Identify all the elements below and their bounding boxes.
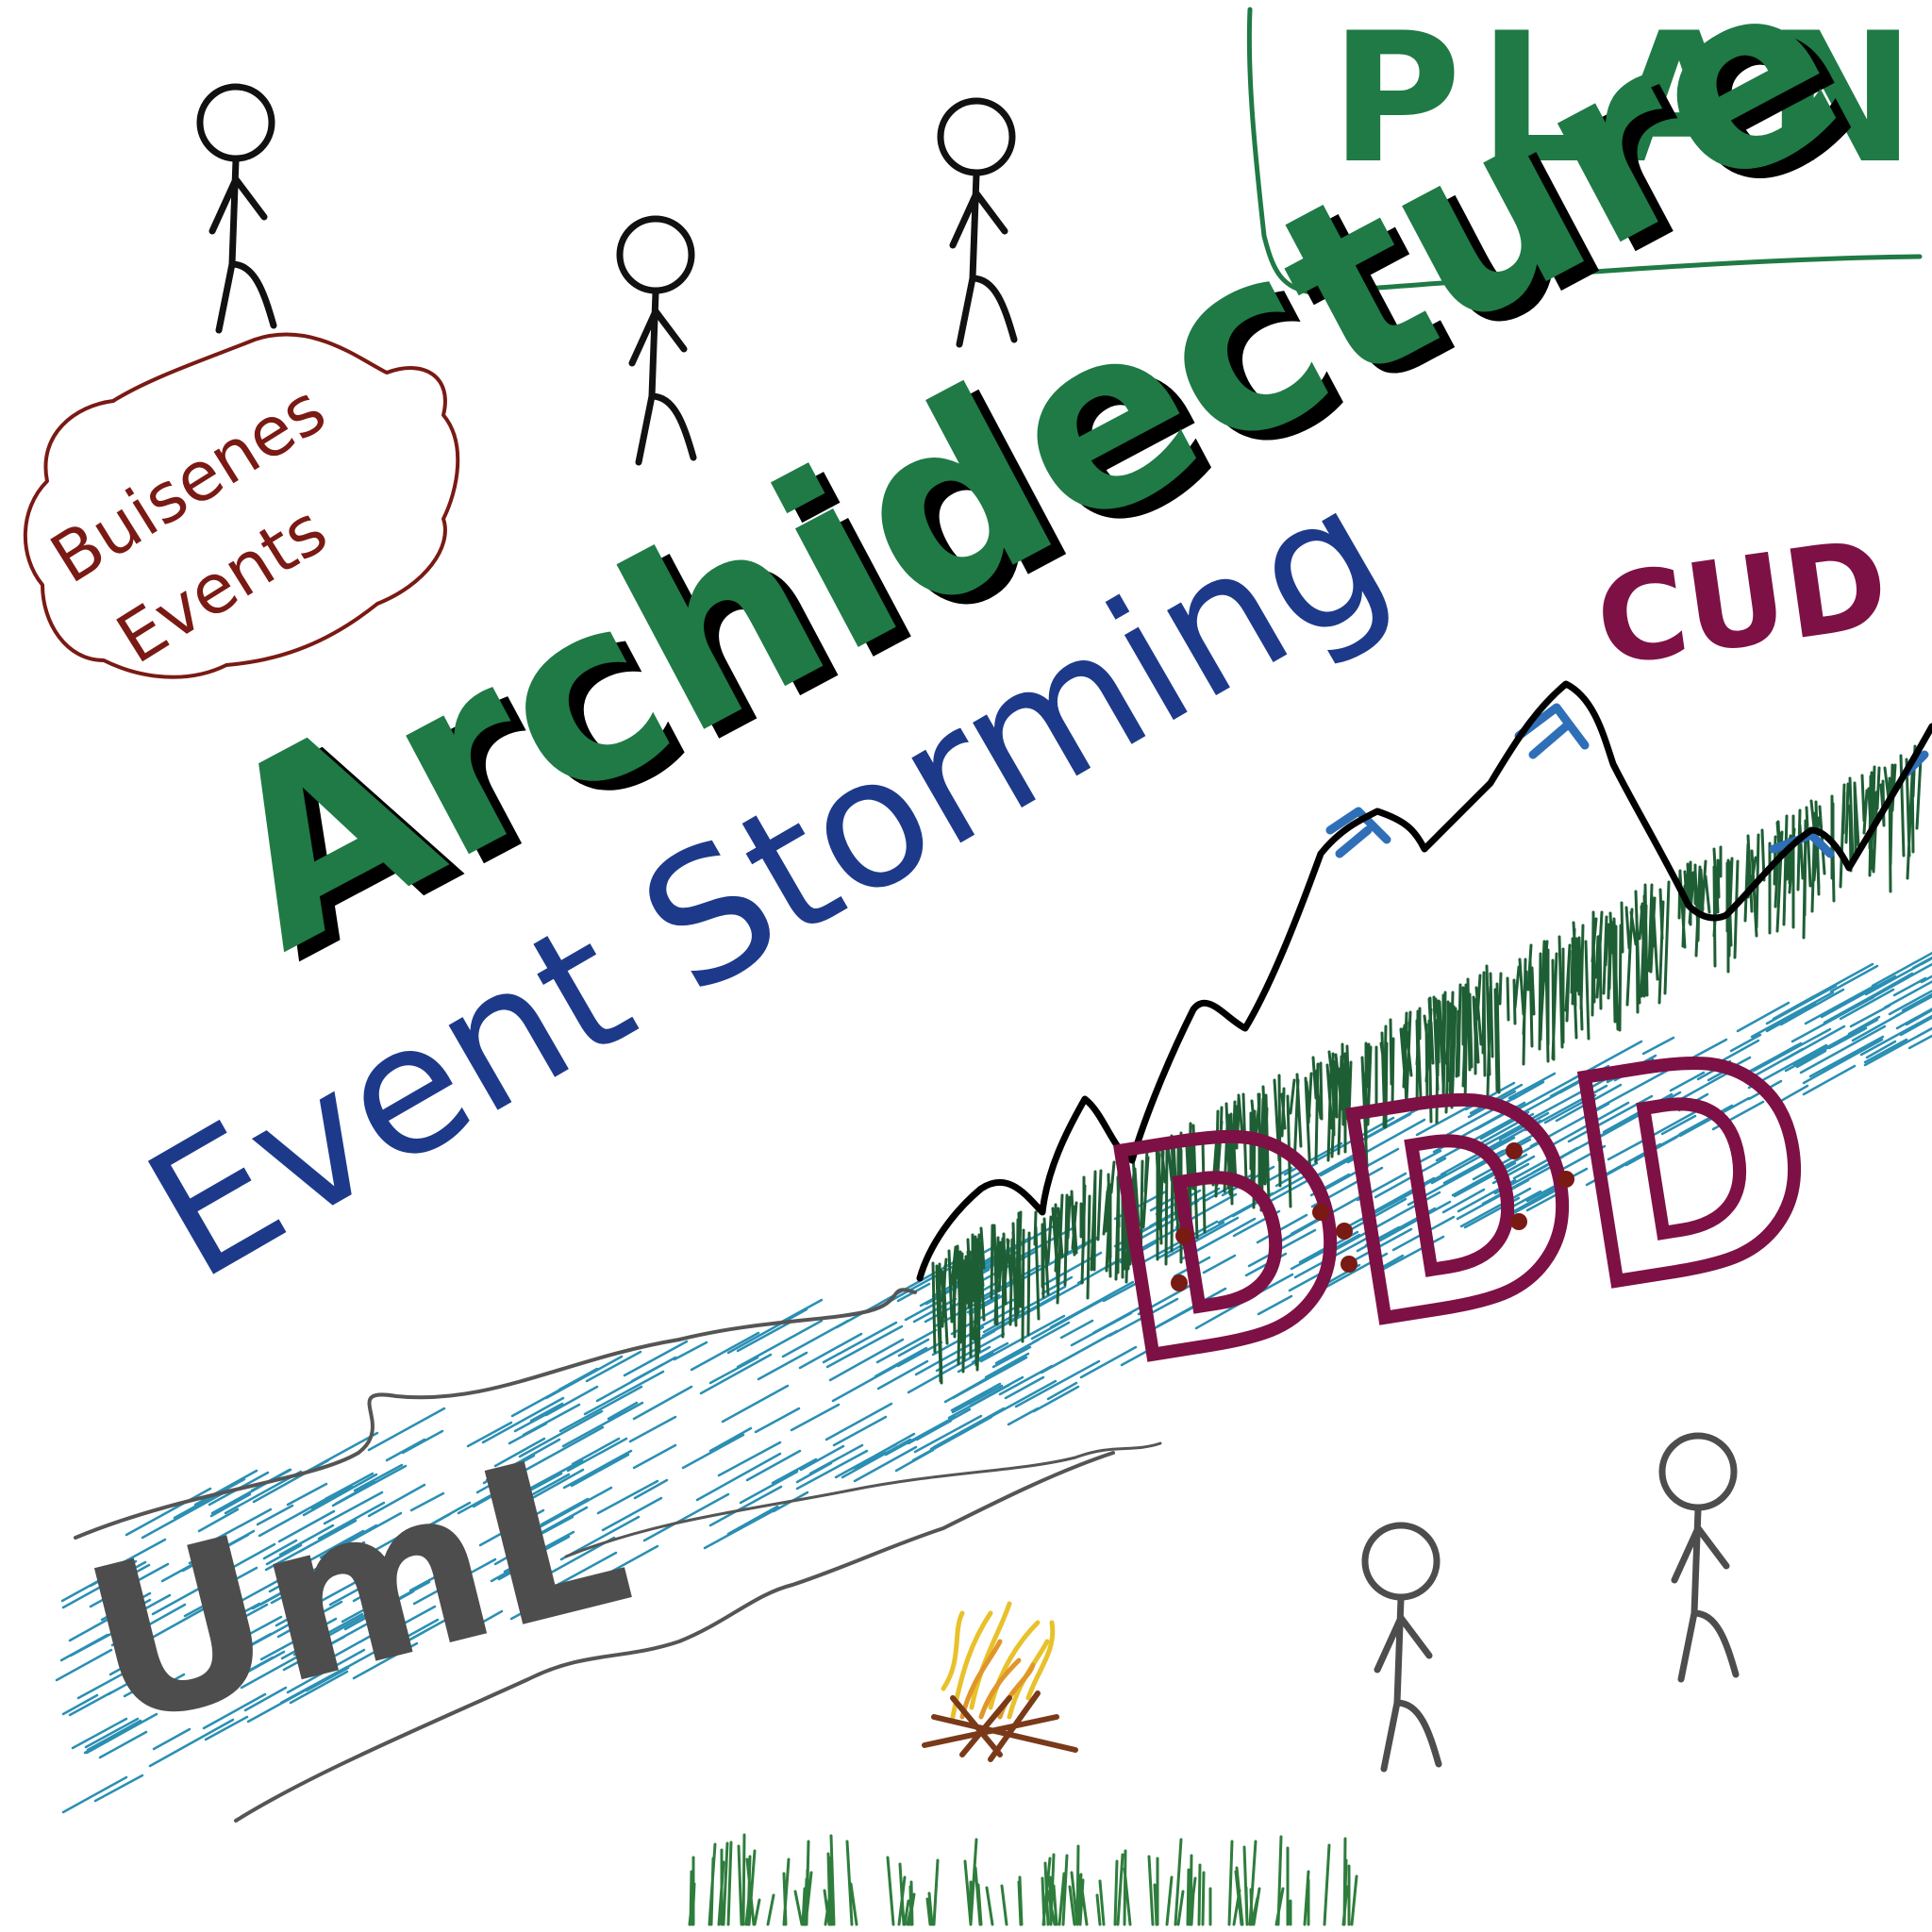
ddd-word: DDD <box>1080 983 1840 1432</box>
ddd-dot <box>1171 1274 1188 1291</box>
stick-figure-head <box>616 215 695 294</box>
ddd-dot <box>1341 1256 1357 1273</box>
mountain-snow-caps <box>1325 703 1929 858</box>
stick-figure <box>196 83 277 334</box>
stick-figure-body <box>1671 1506 1740 1683</box>
stick-figure-head <box>1361 1522 1441 1601</box>
stick-figure <box>1361 1522 1442 1773</box>
cud-label: CUD <box>1588 511 1896 694</box>
architecture-label: Archidecture <box>176 0 1883 1005</box>
architecture-word: Archidecture Archidecture <box>176 0 1898 1014</box>
ddd-dot <box>1336 1223 1353 1240</box>
river-bank-middle <box>564 1441 1162 1558</box>
drawing-canvas: PLAN Buisenes Events Archidecture Archid… <box>23 0 1932 1926</box>
uml-label: UmL <box>65 1402 651 1777</box>
stick-figure <box>937 97 1018 348</box>
ddd-dot <box>1312 1204 1329 1221</box>
ddd-dot <box>1557 1171 1574 1188</box>
grass-blades <box>688 1833 1358 1926</box>
stick-figure-head <box>196 83 275 162</box>
ddd-dot <box>1506 1142 1523 1159</box>
stick-figure <box>1658 1432 1740 1683</box>
stick-figure-body <box>1374 1595 1442 1773</box>
fire-logs <box>922 1690 1078 1762</box>
ddd-label: DDD <box>1087 990 1834 1425</box>
stick-figure-body <box>208 157 277 334</box>
ddd-dot <box>1510 1213 1527 1230</box>
ground-grass <box>688 1833 1358 1926</box>
business-events-note: Buisenes Events <box>23 332 460 679</box>
ddd-dot <box>1175 1227 1192 1244</box>
stick-figure-body <box>628 289 697 466</box>
campfire-icon <box>922 1601 1078 1762</box>
stick-figure-head <box>937 97 1016 176</box>
stick-figure <box>616 215 697 466</box>
stick-figure-head <box>1658 1432 1738 1511</box>
